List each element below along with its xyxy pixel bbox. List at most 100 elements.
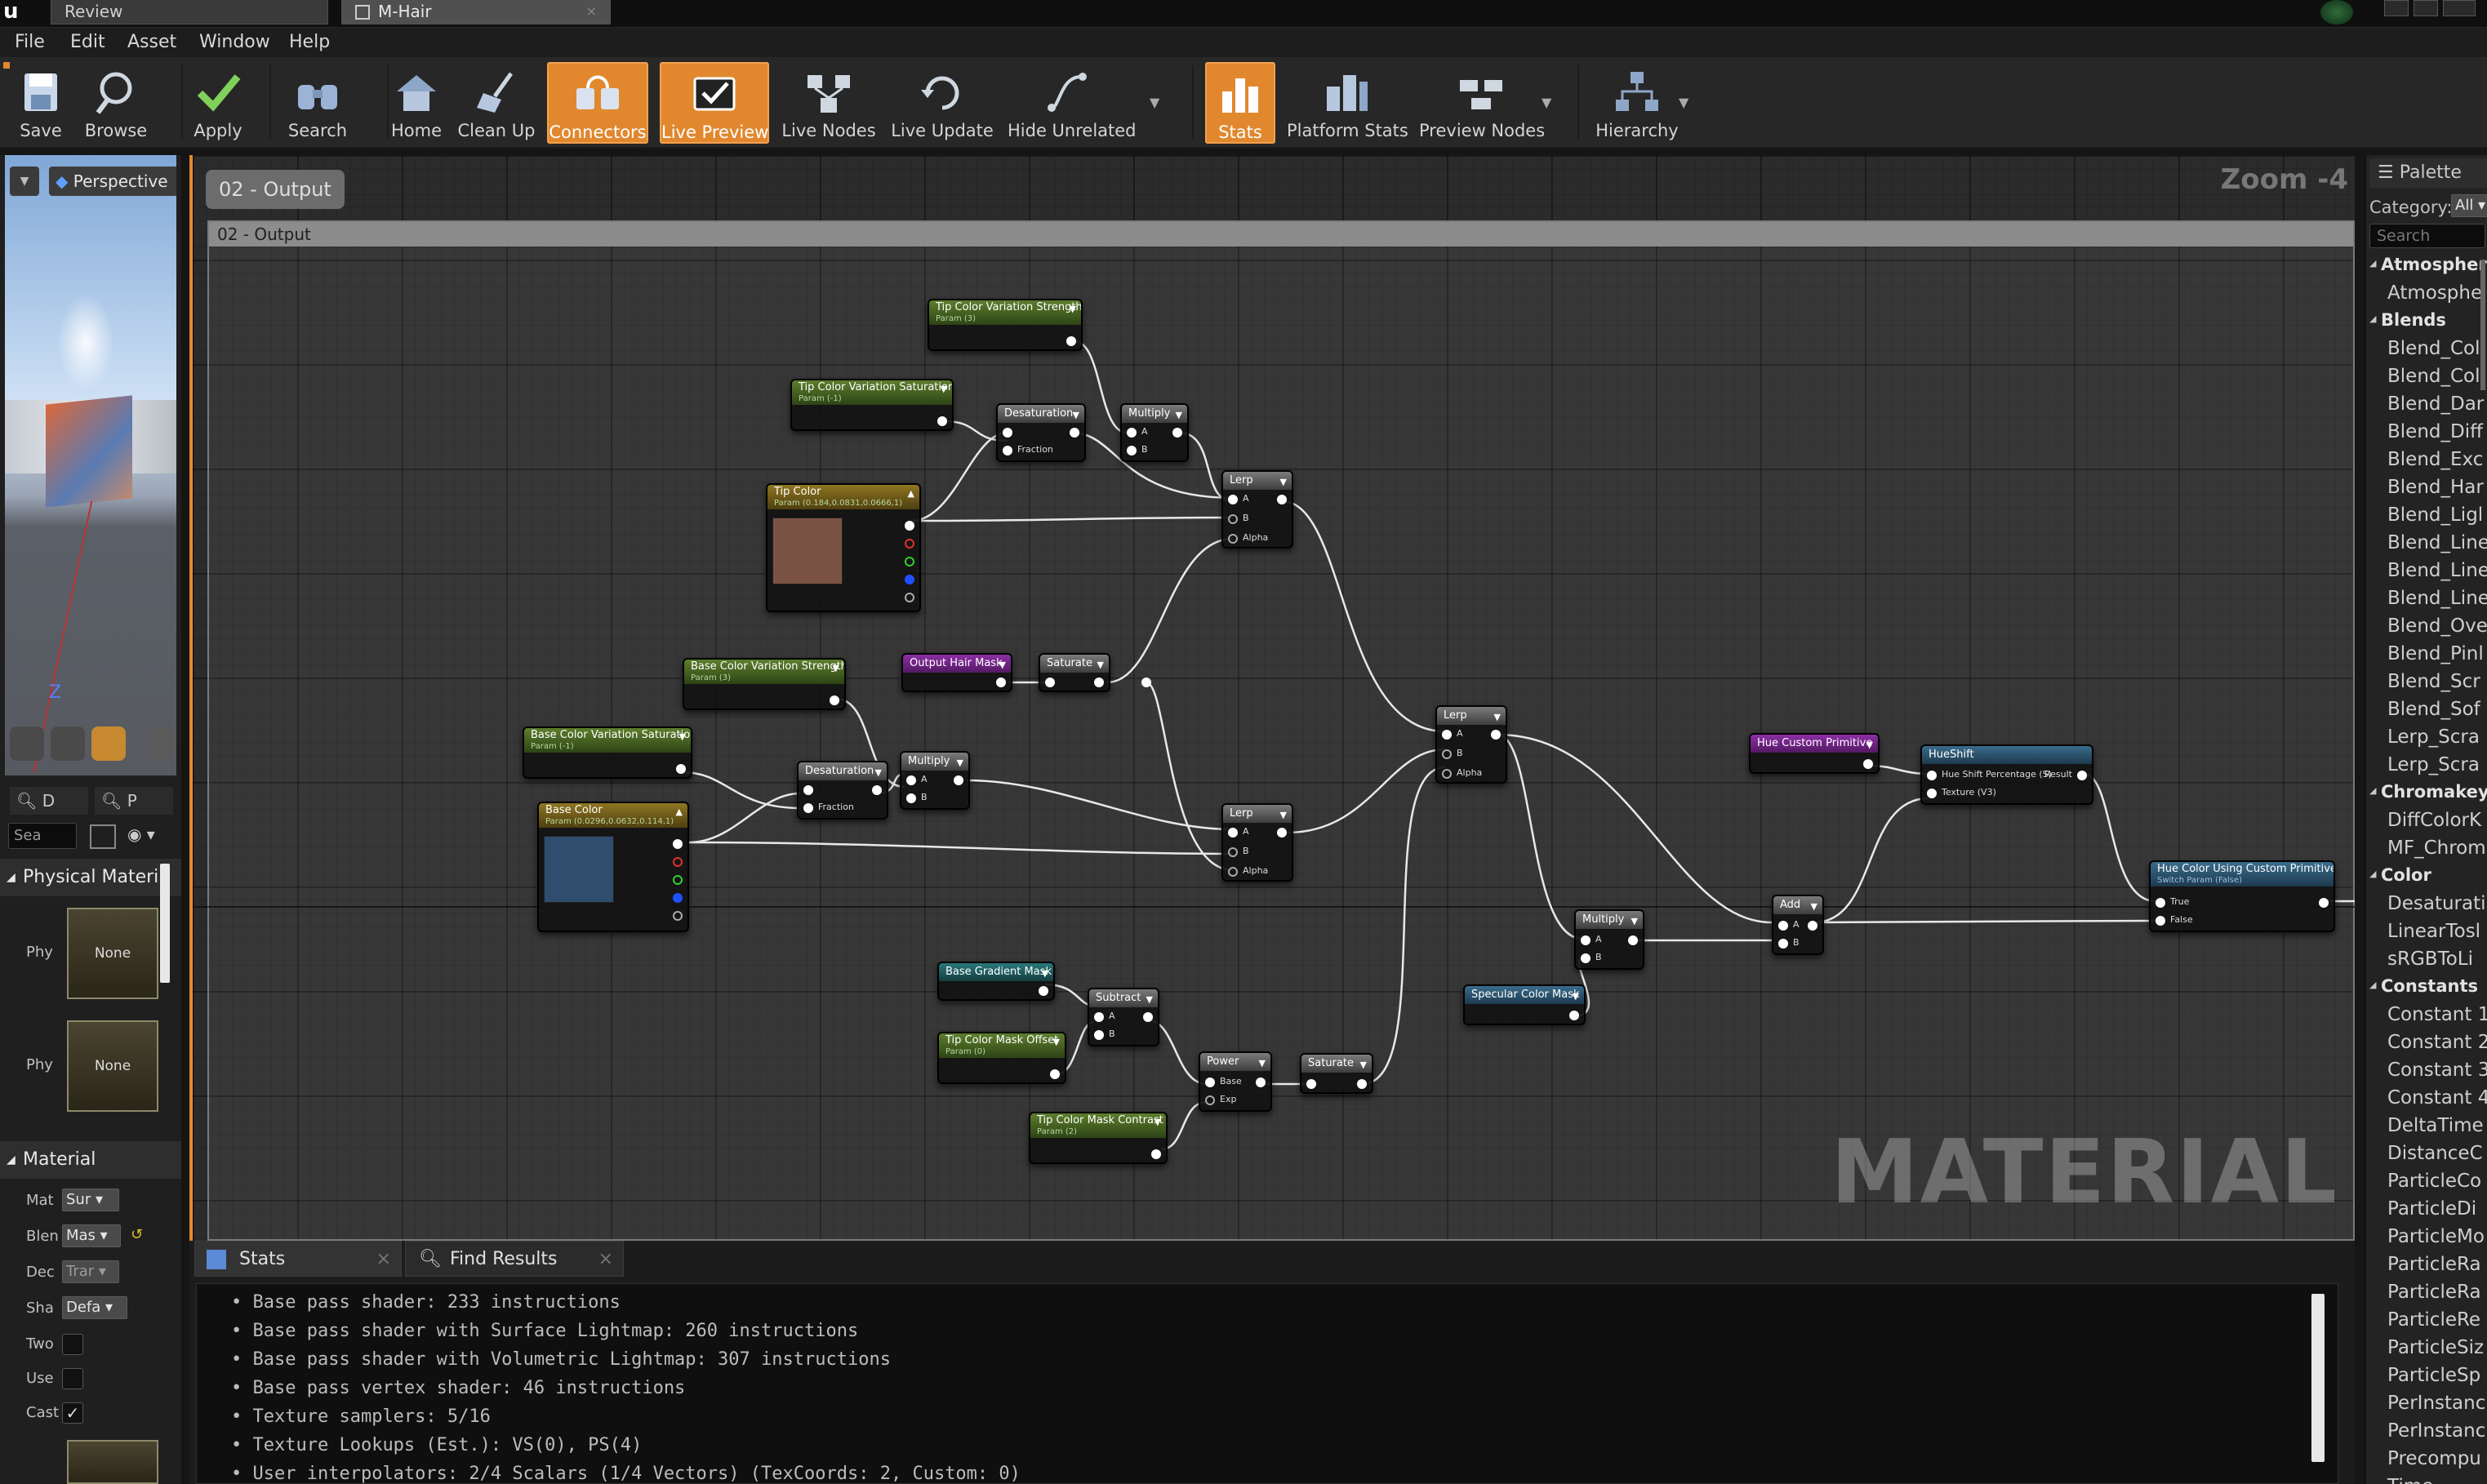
g-output-pin[interactable]	[905, 557, 914, 566]
palette-item[interactable]: Blend_Pinl	[2387, 643, 2484, 664]
output-pin[interactable]	[1277, 495, 1287, 504]
palette-item[interactable]: Blend_Col	[2387, 366, 2480, 387]
output-pin[interactable]	[1039, 986, 1048, 996]
output-pin[interactable]	[1808, 921, 1817, 931]
browse-button[interactable]: Browse	[78, 62, 153, 144]
input-pin[interactable]	[1228, 828, 1238, 838]
input-pin[interactable]	[1094, 1030, 1104, 1040]
close-tab-icon[interactable]: ×	[598, 1242, 613, 1277]
collapse-icon[interactable]: ▼	[1811, 900, 1817, 914]
material-domain-combo[interactable]: Sur ▾	[62, 1189, 119, 1211]
palette-item[interactable]: Constant 1	[2387, 1004, 2487, 1025]
input-pin[interactable]	[1778, 939, 1788, 949]
category-combo[interactable]: All ▾	[2451, 194, 2487, 217]
input-pin[interactable]	[1228, 495, 1238, 504]
tab-m-hair[interactable]: M-Hair ×	[341, 0, 611, 24]
collapse-icon[interactable]: ▼	[1042, 966, 1048, 981]
palette-item[interactable]: ParticleRa	[2387, 1282, 2481, 1303]
perspective-button[interactable]: ◆ Perspective	[49, 167, 176, 196]
lerp-node-base[interactable]: Lerp ▼ A B Alpha	[1221, 803, 1293, 882]
connectors-button[interactable]: Connectors	[547, 62, 648, 144]
output-pin[interactable]	[1172, 428, 1182, 438]
palette-category[interactable]: Atmosphere	[2381, 255, 2487, 274]
b-output-pin[interactable]	[905, 575, 914, 584]
two-sided-checkbox[interactable]	[62, 1334, 83, 1355]
output-pin[interactable]	[1628, 935, 1638, 945]
palette-item[interactable]: Blend_Dar	[2387, 393, 2484, 415]
collapse-icon[interactable]: ▼	[957, 756, 963, 771]
output-pin[interactable]	[1357, 1079, 1367, 1089]
output-pin[interactable]	[1277, 828, 1287, 838]
output-pin[interactable]	[1070, 428, 1079, 438]
collapse-icon[interactable]: ▼	[1259, 1056, 1266, 1071]
palette-item[interactable]: Constant 2	[2387, 1032, 2487, 1053]
live-update-button[interactable]: Live Update	[890, 62, 994, 144]
input-pin[interactable]	[1205, 1077, 1215, 1087]
g-output-pin[interactable]	[673, 875, 683, 885]
tip-color-mask-offset-node[interactable]: Tip Color Mask Offset Param (0) ▼	[937, 1032, 1066, 1084]
input-pin[interactable]	[1581, 953, 1591, 963]
close-tab-icon[interactable]: ×	[586, 0, 597, 23]
use-checkbox[interactable]	[62, 1368, 83, 1389]
shading-model-combo[interactable]: Defa ▾	[62, 1296, 127, 1319]
lerp-node-tip[interactable]: Lerp ▼ A B Alpha	[1221, 470, 1293, 549]
tab-review[interactable]: Review	[51, 0, 328, 24]
collapse-icon[interactable]: ▼	[1146, 993, 1153, 1007]
tip-color-variation-saturation-node[interactable]: Tip Color Variation Saturation Param (-1)…	[790, 379, 954, 431]
palette-item[interactable]: PerInstanc	[2387, 1393, 2485, 1414]
collapse-icon[interactable]: ▲	[908, 488, 914, 500]
palette-item[interactable]: Constant 3	[2387, 1060, 2487, 1081]
palette-item[interactable]: Blend_Ove	[2387, 615, 2487, 637]
menu-file[interactable]: File	[15, 31, 45, 54]
tab-find-results[interactable]: 🔍︎ Find Results ×	[405, 1241, 624, 1277]
collapse-icon[interactable]: ▼	[1631, 914, 1638, 929]
palette-category[interactable]: Constants	[2381, 976, 2478, 996]
output-pin[interactable]	[676, 764, 686, 774]
details-scrollbar[interactable]	[160, 864, 170, 983]
output-pin[interactable]	[1050, 1069, 1060, 1079]
output-pin[interactable]	[937, 416, 947, 426]
live-nodes-button[interactable]: Live Nodes	[781, 62, 877, 144]
preview-nodes-dropdown-icon[interactable]: ▼	[1542, 95, 1551, 110]
palette-item[interactable]: Lerp_Scra	[2387, 754, 2480, 775]
power-node[interactable]: Power ▼ Base Exp	[1199, 1051, 1272, 1112]
collapse-icon[interactable]: ▼	[1070, 304, 1076, 315]
base-color-variation-saturation-node[interactable]: Base Color Variation Saturation Param (-1…	[523, 726, 692, 779]
hierarchy-button[interactable]: Hierarchy	[1592, 62, 1682, 144]
input-pin[interactable]	[1205, 1095, 1215, 1105]
palette-item[interactable]: Blend_Line	[2387, 532, 2487, 553]
collapse-icon[interactable]: ▼	[1097, 658, 1104, 673]
hue-custom-primitive-node[interactable]: Hue Custom Primitive ▼	[1749, 733, 1880, 774]
clean-up-button[interactable]: Clean Up	[456, 62, 537, 144]
hide-unrelated-dropdown-icon[interactable]: ▼	[1150, 95, 1159, 110]
output-pin[interactable]	[1863, 759, 1873, 769]
collapse-icon[interactable]: ▼	[1866, 738, 1873, 753]
close-window-icon[interactable]	[2443, 0, 2476, 16]
input-pin[interactable]	[1094, 1012, 1104, 1022]
a-output-pin[interactable]	[905, 593, 914, 602]
collapse-icon[interactable]: ▼	[941, 384, 947, 395]
hue-color-switch-node[interactable]: Hue Color Using Custom Primitive Switch P…	[2149, 860, 2335, 932]
hueshift-node[interactable]: HueShift Hue Shift Percentage (S) Result…	[1920, 744, 2093, 805]
collapse-icon[interactable]: ▼	[833, 663, 839, 674]
input-pin[interactable]	[1927, 771, 1937, 780]
palette-item[interactable]: Blend_Col	[2387, 338, 2480, 359]
live-preview-button[interactable]: Live Preview	[660, 62, 769, 144]
physical-material-header[interactable]: ◢ Physical Materi	[0, 859, 181, 896]
palette-item[interactable]: Precompu	[2387, 1448, 2481, 1469]
palette-item[interactable]: Desaturati	[2387, 893, 2486, 914]
palette-item[interactable]: Blend_Exc	[2387, 449, 2483, 470]
palette-item[interactable]: DeltaTime	[2387, 1115, 2484, 1136]
multiply-node-specular[interactable]: Multiply ▼ A B	[1574, 909, 1644, 970]
saturate-node-power[interactable]: Saturate ▼	[1300, 1053, 1373, 1094]
palette-category[interactable]: Chromakeyi	[2381, 782, 2487, 802]
stats-button[interactable]: Stats	[1205, 62, 1275, 144]
search-button[interactable]: Search	[279, 62, 356, 144]
output-hair-mask-node[interactable]: Output Hair Mask ▼	[901, 653, 1012, 692]
phys-material-thumbnail[interactable]: None	[67, 908, 158, 999]
collapse-icon[interactable]: ▼	[1155, 1117, 1161, 1128]
menu-help[interactable]: Help	[289, 31, 330, 54]
blend-mode-combo[interactable]: Mas ▾	[62, 1224, 121, 1247]
multiply-node-tip[interactable]: Multiply ▼ A B	[1120, 403, 1189, 462]
maximize-icon[interactable]	[2414, 0, 2438, 16]
